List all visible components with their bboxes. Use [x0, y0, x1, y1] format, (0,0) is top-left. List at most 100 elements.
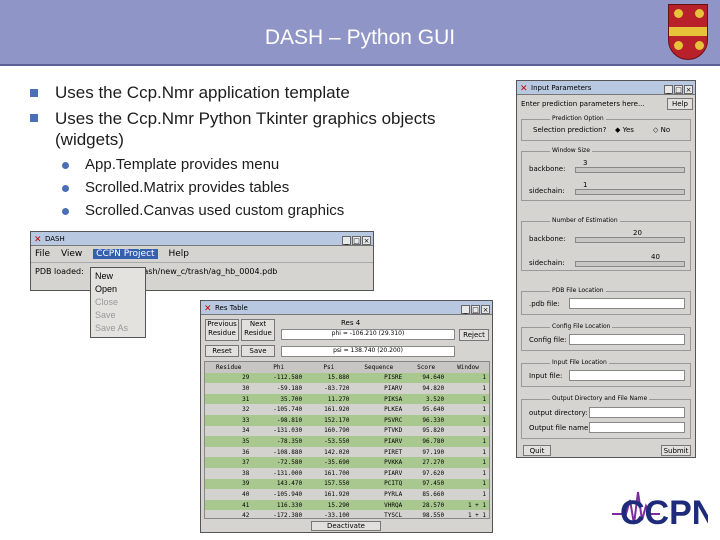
table-cell: 42	[205, 510, 253, 518]
table-row[interactable]: 41 116.330 15.290 VHRQA 28.570 1 + 1	[205, 499, 489, 511]
menu-view[interactable]: View	[61, 249, 82, 259]
table-cell: 97.450	[405, 478, 448, 490]
help-button[interactable]: Help	[667, 98, 693, 110]
table-row[interactable]: 29 -112.580 15.880 PISRE 94.640 1	[205, 372, 489, 384]
ws-backbone-slider[interactable]	[575, 167, 685, 173]
table-cell: PIRET	[352, 446, 406, 458]
ws-sidechain-slider[interactable]	[575, 189, 685, 195]
table-cell: -98.810	[252, 414, 306, 426]
table-row[interactable]: 42 -172.380 -33.100 TYSCL 98.550 1 + 1	[205, 510, 489, 518]
close-icon[interactable]: ×	[481, 305, 490, 314]
app-icon: ✕	[34, 235, 42, 245]
table-cell: 95.820	[405, 425, 448, 437]
table-cell: 95.640	[405, 404, 448, 415]
table-cell: 161.920	[305, 404, 353, 415]
dash-titlebar[interactable]: ✕ DASH _ □ ×	[31, 232, 373, 246]
menu-file[interactable]: File	[35, 249, 50, 259]
menu-item-new[interactable]: New	[95, 270, 141, 283]
quit-button[interactable]: Quit	[523, 445, 551, 456]
yes-radio[interactable]: ◆ Yes	[615, 126, 634, 134]
deactivate-button[interactable]: Deactivate	[311, 521, 381, 531]
table-row[interactable]: 38 -131.000 161.700 PIARV 97.620 1	[205, 467, 489, 479]
no-radio[interactable]: ◇ No	[653, 126, 670, 134]
table-cell: 97.620	[405, 467, 448, 479]
table-cell: 1	[447, 414, 489, 426]
table-cell: VHRQA	[352, 499, 406, 511]
bullet-2: Uses the Ccp.Nmr Python Tkinter graphics…	[55, 109, 436, 149]
minimize-icon[interactable]: _	[342, 236, 351, 245]
column-header[interactable]: Sequence	[352, 362, 406, 373]
table-cell: 1	[447, 489, 489, 500]
table-cell: -108.880	[252, 446, 306, 458]
minimize-icon[interactable]: _	[461, 305, 470, 314]
close-icon[interactable]: ×	[684, 85, 693, 94]
column-header[interactable]: Psi	[305, 362, 353, 373]
menu-item-save-as[interactable]: Save As	[95, 322, 141, 335]
column-header[interactable]: Window	[447, 362, 489, 373]
ne-backbone-slider[interactable]	[575, 237, 685, 243]
minimize-icon[interactable]: _	[664, 85, 673, 94]
table-cell: 85.660	[405, 489, 448, 500]
ne-sidechain-slider[interactable]	[575, 261, 685, 267]
input-file-label: Input file:	[529, 372, 563, 380]
maximize-icon[interactable]: □	[352, 236, 361, 245]
output-dir-input[interactable]	[589, 407, 685, 418]
table-cell: 160.790	[305, 425, 353, 437]
table-cell: 3.520	[405, 393, 448, 405]
table-row[interactable]: 30 -59.180 -83.720 PIARV 94.820 1	[205, 383, 489, 394]
table-cell: -59.180	[252, 383, 306, 394]
pdb-file-input[interactable]	[569, 298, 685, 309]
close-icon[interactable]: ×	[362, 236, 371, 245]
psi-field[interactable]: psi = 138.740 (20.200)	[281, 346, 455, 357]
table-cell: 34	[205, 425, 253, 437]
table-cell: 36	[205, 446, 253, 458]
table-cell: 1	[447, 372, 489, 384]
table-row[interactable]: 40 -105.940 161.920 PYRLA 85.660 1	[205, 489, 489, 500]
reset-button[interactable]: Reset	[205, 345, 239, 357]
table-cell: PIARV	[352, 383, 406, 394]
bullet-dot-icon	[62, 162, 69, 169]
reject-button[interactable]: Reject	[459, 329, 489, 341]
table-cell: 152.170	[305, 414, 353, 426]
menu-help[interactable]: Help	[168, 249, 189, 259]
results-table-container[interactable]: Residue Phi Psi Sequence Score Window 29 -112.5…	[204, 361, 490, 519]
previous-residue-button[interactable]: Previous Residue	[205, 319, 239, 341]
menu-item-save[interactable]: Save	[95, 309, 141, 322]
next-residue-button[interactable]: Next Residue	[241, 319, 275, 341]
results-titlebar[interactable]: ✕ Res Table _ □ ×	[201, 301, 492, 315]
table-cell: -131.000	[252, 467, 306, 479]
table-row[interactable]: 31 35.700 11.270 PIKSA 3.520 1	[205, 393, 489, 405]
table-cell: -172.380	[252, 510, 306, 518]
pdb-row: PDB loaded: s1/dash/new_c/trash/ag_hb_00…	[31, 263, 373, 280]
table-row[interactable]: 39 143.470 157.550 PCITQ 97.450 1	[205, 478, 489, 490]
submit-button[interactable]: Submit	[661, 445, 691, 456]
maximize-icon[interactable]: □	[674, 85, 683, 94]
column-header[interactable]: Residue	[205, 362, 253, 373]
output-file-input[interactable]	[589, 422, 685, 433]
save-button[interactable]: Save	[241, 345, 275, 357]
parameters-titlebar[interactable]: ✕ Input Parameters _ □ ×	[517, 81, 695, 95]
input-file-input[interactable]	[569, 370, 685, 381]
ws-backbone-label: backbone:	[529, 165, 566, 173]
menu-item-close[interactable]: Close	[95, 296, 141, 309]
menu-item-open[interactable]: Open	[95, 283, 141, 296]
column-header[interactable]: Score	[405, 362, 448, 373]
table-row[interactable]: 35 -78.350 -53.550 PIARV 96.780 1	[205, 436, 489, 447]
table-cell: TYSCL	[352, 510, 406, 518]
column-header[interactable]: Phi	[252, 362, 306, 373]
table-row[interactable]: 36 -108.880 142.020 PIRET 97.190 1	[205, 446, 489, 458]
maximize-icon[interactable]: □	[471, 305, 480, 314]
table-cell: 31	[205, 393, 253, 405]
phi-field[interactable]: phi = -106.210 (29.310)	[281, 329, 455, 340]
table-cell: -78.350	[252, 436, 306, 447]
results-table: Residue Phi Psi Sequence Score Window 29 -112.5…	[205, 362, 489, 518]
table-row[interactable]: 34 -131.030 160.790 PTVKD 95.820 1	[205, 425, 489, 437]
table-row[interactable]: 33 -98.810 152.170 PSVRC 96.330 1	[205, 414, 489, 426]
table-row[interactable]: 32 -105.740 161.920 PLKEA 95.640 1	[205, 404, 489, 415]
config-file-input[interactable]	[569, 334, 685, 345]
menu-ccpn-project[interactable]: CCPN Project	[93, 249, 158, 259]
ws-sidechain-value: 1	[583, 181, 588, 189]
ne-sidechain-value: 40	[651, 253, 660, 261]
table-cell: 37	[205, 457, 253, 468]
table-row[interactable]: 37 -72.580 -35.690 PVKKA 27.270 1	[205, 457, 489, 468]
